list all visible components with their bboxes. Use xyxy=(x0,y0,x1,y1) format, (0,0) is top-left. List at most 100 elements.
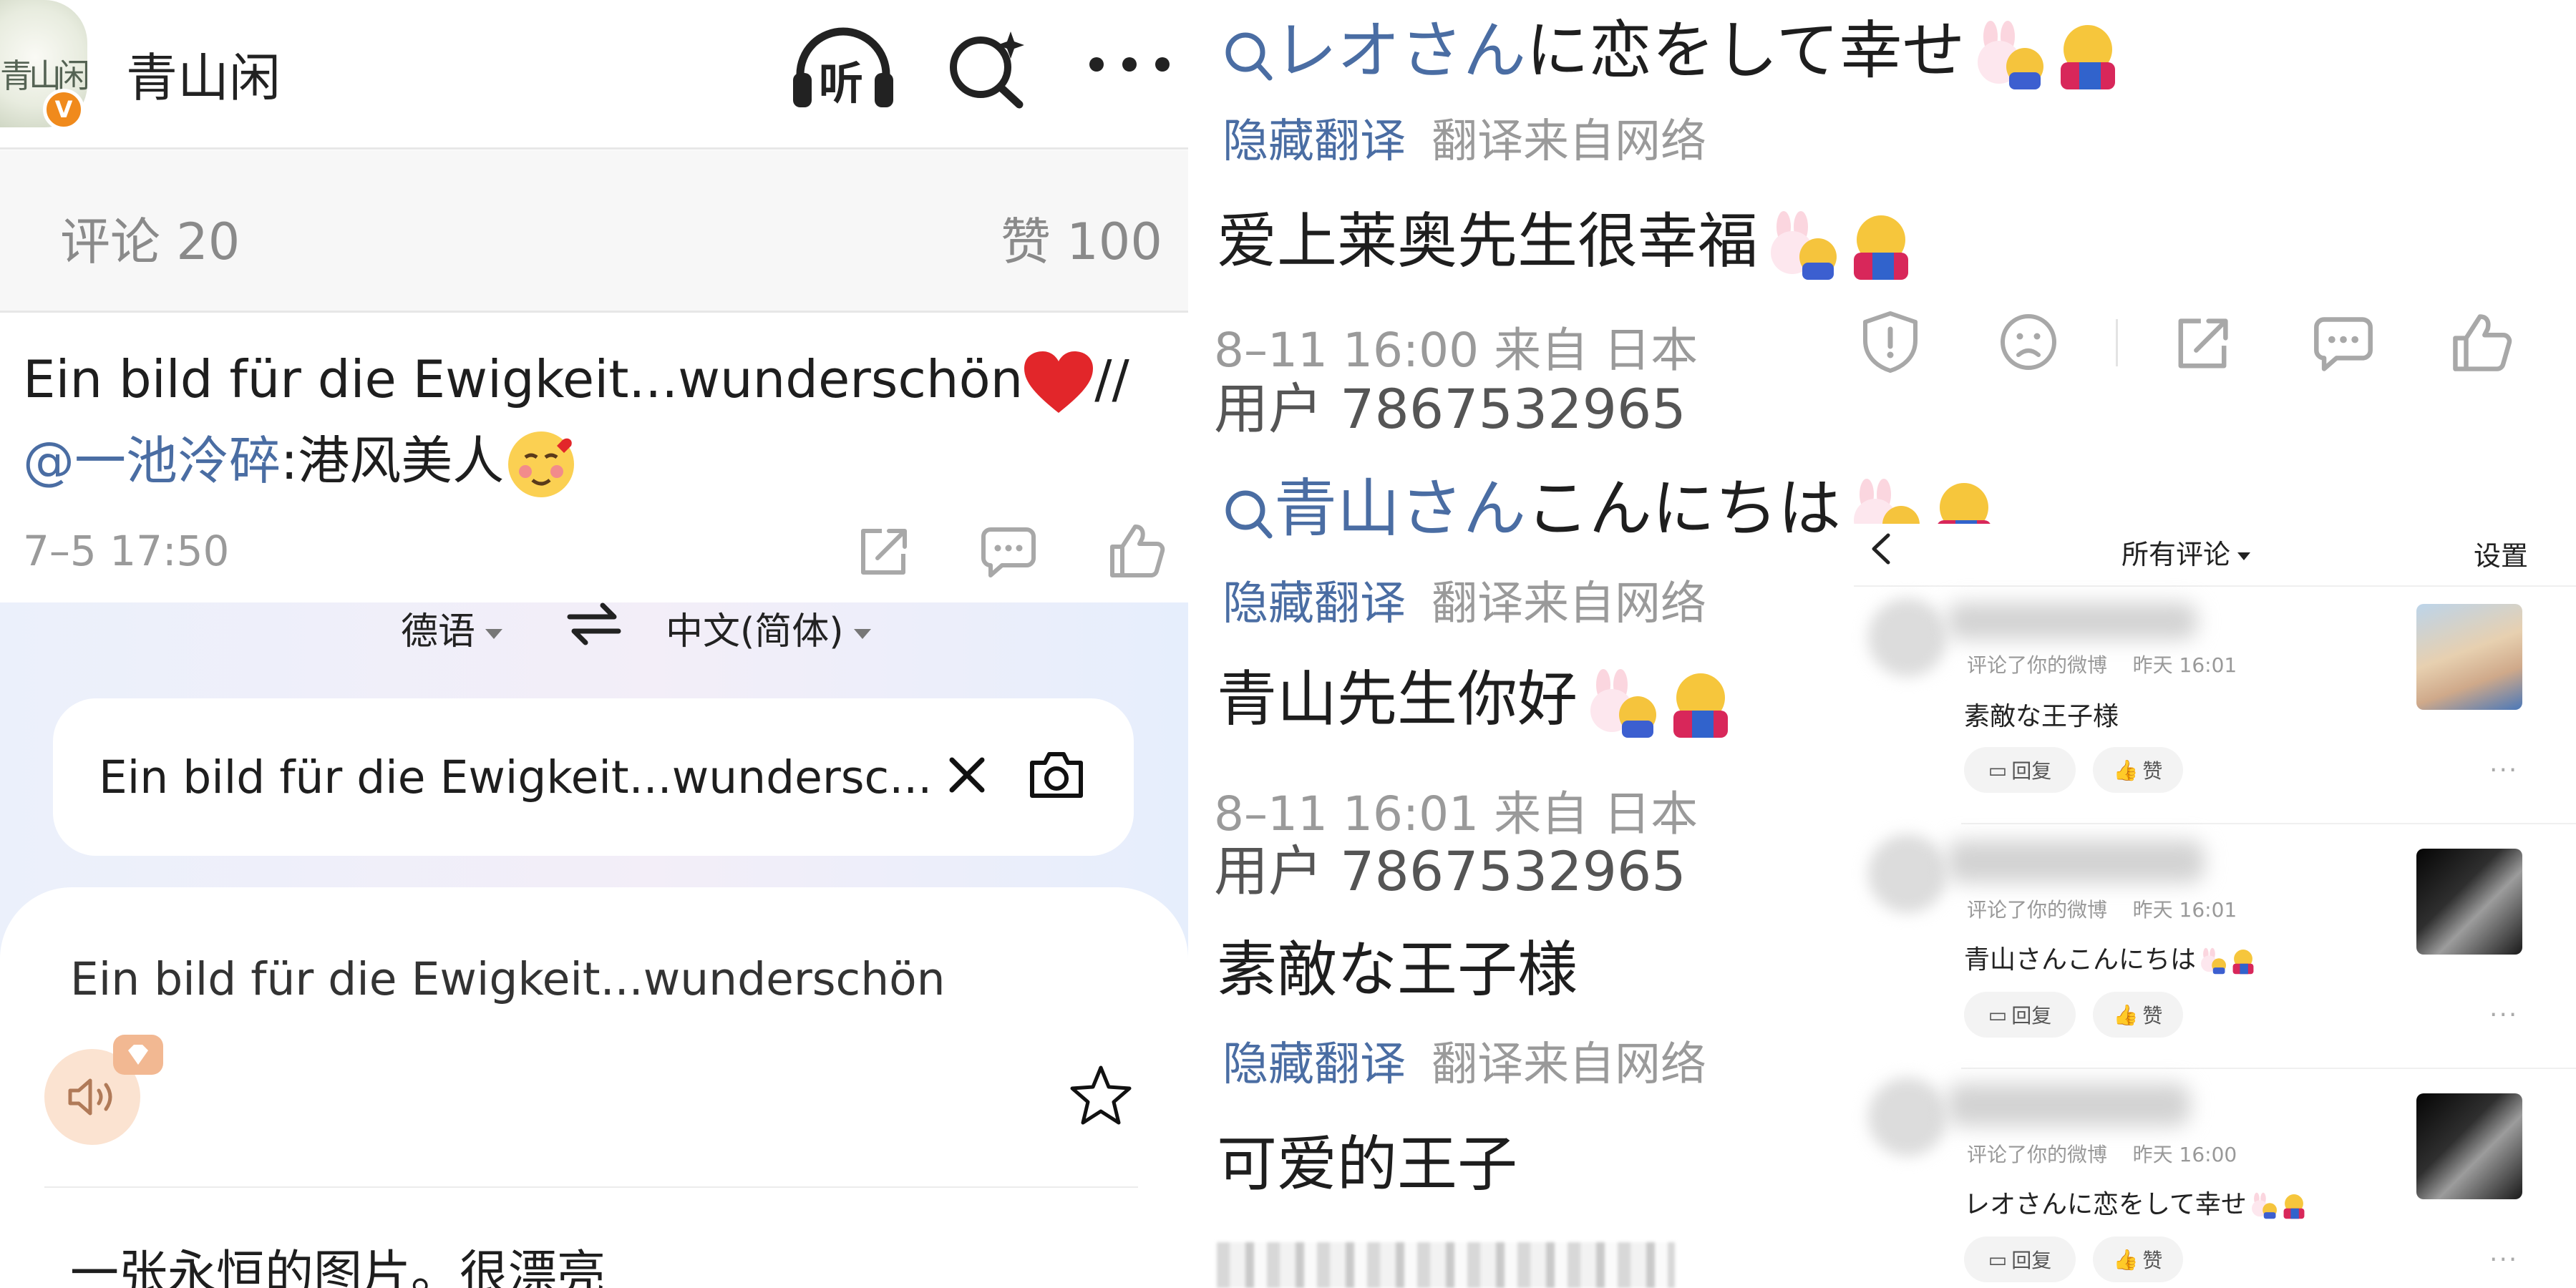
comment1-mention[interactable]: レオさん xyxy=(1274,14,1526,87)
dislike-face-icon[interactable] xyxy=(1998,312,2059,372)
translation-result-card xyxy=(0,887,1188,1288)
comment2-user[interactable]: 用户 7867532965 xyxy=(1214,827,1686,906)
tab-likes[interactable]: 赞 100 xyxy=(1001,202,1162,274)
all-comments-filter[interactable]: 所有评论 xyxy=(2121,532,2251,572)
more-dots-icon xyxy=(1089,57,1170,72)
report-shield-icon[interactable] xyxy=(1860,309,1921,374)
bunny-emoji-icon xyxy=(1978,21,2044,90)
more-button[interactable] xyxy=(1088,50,1174,79)
chevron-down-icon xyxy=(2237,552,2251,560)
reply-icon: ▭ xyxy=(1988,758,2008,782)
diamond-icon xyxy=(128,1045,148,1065)
comment1-hide-translation[interactable]: 隐藏翻译 xyxy=(1223,104,1406,170)
comment3-translation-source: 翻译来自网络 xyxy=(1432,1038,1706,1091)
post-thumbnail[interactable] xyxy=(2416,849,2522,955)
reply-button[interactable]: ▭ 回复 xyxy=(1964,1236,2076,1282)
like-label: 赞 xyxy=(2142,1249,2163,1272)
notif-subtitle: 评论了你的微博 昨天 16:00 xyxy=(1967,1143,2237,1166)
speaker-icon xyxy=(68,1078,112,1116)
like-button[interactable]: 👍 赞 xyxy=(2093,992,2183,1038)
like-label: 赞 xyxy=(2142,759,2163,783)
search-icon xyxy=(950,31,1024,109)
comment2-mention[interactable]: 青山さん xyxy=(1274,472,1526,545)
reply-label: 回复 xyxy=(2011,1004,2052,1028)
like-icon[interactable] xyxy=(2451,312,2512,374)
reply-label: 回复 xyxy=(2011,759,2052,783)
share-icon[interactable] xyxy=(2173,315,2232,374)
translate-input[interactable]: Ein bild für die Ewigkeit...wundersc... xyxy=(99,751,932,804)
action-divider xyxy=(2116,319,2118,366)
star-icon[interactable] xyxy=(1069,1065,1132,1126)
clear-icon[interactable] xyxy=(946,754,988,796)
comment2-text: こんにちは xyxy=(1526,472,1842,545)
source-language-label: 德语 xyxy=(401,610,476,653)
source-language-select[interactable]: 德语 xyxy=(401,601,503,655)
post-thumbnail[interactable] xyxy=(2416,604,2522,710)
camera-icon[interactable] xyxy=(1028,750,1085,800)
notif-comment-text: 青山さんこんにちは xyxy=(1964,939,2257,976)
more-dots-icon[interactable]: ··· xyxy=(2489,1000,2518,1030)
blushing-face-icon xyxy=(508,431,575,498)
chevron-down-icon xyxy=(485,629,503,639)
notif-comment-text: レオさんに恋をして幸せ xyxy=(1964,1184,2308,1221)
comment1-original: レオさんに恋をして幸せ xyxy=(1223,0,2125,91)
commenter-avatar[interactable] xyxy=(1868,1078,1947,1156)
bunny-emoji-icon xyxy=(2251,1192,2277,1219)
post-line2: :港风美人 xyxy=(281,431,505,491)
reply-icon: ▭ xyxy=(1988,1002,2008,1027)
thumb-icon: 👍 xyxy=(2113,1002,2139,1027)
settings-link[interactable]: 设置 xyxy=(2474,534,2528,573)
reply-button[interactable]: ▭ 回复 xyxy=(1964,992,2076,1038)
comment1-text: に恋をして幸せ xyxy=(1526,14,1965,87)
tab-comments[interactable]: 评论 20 xyxy=(60,202,240,274)
comment1-translation-source: 翻译来自网络 xyxy=(1432,115,1706,168)
filter-label: 所有评论 xyxy=(2121,539,2231,570)
commenter-name-censored xyxy=(1947,1083,2190,1126)
hugging-face-icon xyxy=(2283,1194,2305,1219)
username[interactable]: 青山闲 xyxy=(126,36,281,111)
post-line1: Ein bild für die Ewigkeit...wunderschön xyxy=(23,349,1024,409)
notif-comment-text: 素敵な王子様 xyxy=(1964,702,2119,731)
bunny-emoji-icon xyxy=(1771,211,1837,280)
red-heart-icon xyxy=(1024,351,1094,414)
reply-icon: ▭ xyxy=(1988,1247,2008,1272)
mention-link[interactable]: @一池泠碎 xyxy=(23,431,281,491)
notif-comment-body: 青山さんこんにちは xyxy=(1964,945,2197,975)
commenter-name-censored xyxy=(1947,602,2197,640)
post-thumbnail[interactable] xyxy=(2416,1093,2522,1199)
commenter-name-censored xyxy=(1947,840,2205,883)
verified-badge: V xyxy=(43,89,84,130)
like-button[interactable]: 👍 赞 xyxy=(2093,747,2183,793)
more-dots-icon[interactable]: ··· xyxy=(2489,1245,2518,1274)
bunny-emoji-icon xyxy=(2201,947,2227,975)
notif-header-divider xyxy=(1854,585,2576,587)
hugging-face-icon xyxy=(1854,215,1909,280)
chevron-down-icon xyxy=(853,629,871,639)
hugging-face-icon xyxy=(2061,25,2116,90)
more-dots-icon[interactable]: ··· xyxy=(2489,756,2518,785)
back-chevron-icon[interactable] xyxy=(1867,531,1895,567)
comment2-translation: 青山先生你好 xyxy=(1217,651,1738,739)
thumb-icon: 👍 xyxy=(2113,1247,2139,1272)
comment-icon[interactable] xyxy=(2313,315,2373,374)
listen-button[interactable]: 听 xyxy=(790,27,896,110)
swap-languages-icon[interactable] xyxy=(567,601,621,647)
commenter-avatar[interactable] xyxy=(1868,598,1947,677)
like-button[interactable]: 👍 赞 xyxy=(2093,1236,2183,1282)
notif-comment-body: レオさんに恋をして幸せ xyxy=(1964,1190,2247,1219)
commenter-avatar[interactable] xyxy=(1868,834,1947,913)
reply-button[interactable]: ▭ 回复 xyxy=(1964,747,2076,793)
post-timestamp: 7–5 17:50 xyxy=(23,527,230,575)
hugging-face-icon xyxy=(2232,950,2254,975)
share-icon[interactable] xyxy=(856,525,910,580)
comment-icon[interactable] xyxy=(981,525,1036,580)
like-icon[interactable] xyxy=(1108,522,1165,580)
comment2-hide-translation[interactable]: 隐藏翻译 xyxy=(1223,567,1406,633)
comment1-user[interactable]: 用户 7867532965 xyxy=(1214,365,1686,444)
comment3-hide-translation[interactable]: 隐藏翻译 xyxy=(1223,1028,1406,1093)
target-language-select[interactable]: 中文(简体) xyxy=(666,601,871,655)
comment3-original: 素敵な王子様 xyxy=(1217,935,1578,1005)
reply-label: 回复 xyxy=(2011,1249,2052,1272)
result-translation-text: 一张永恒的图片。很漂亮 xyxy=(70,1246,606,1288)
search-button[interactable] xyxy=(945,27,1028,110)
